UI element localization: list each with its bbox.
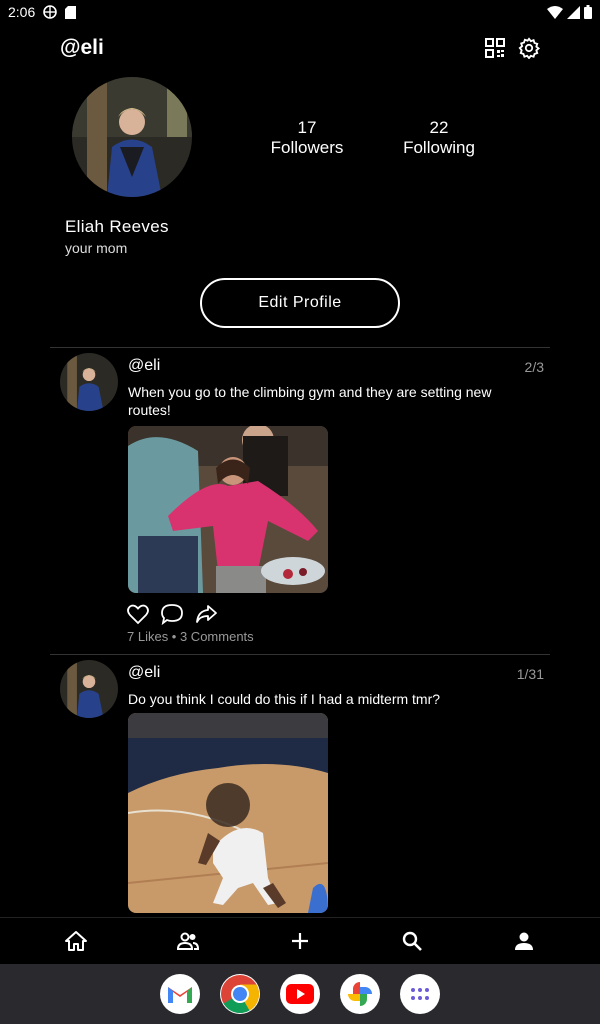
share-icon[interactable] (194, 602, 218, 626)
followers-label: Followers (270, 138, 344, 157)
post-date: 1/31 (516, 666, 544, 682)
gmail-icon[interactable] (160, 974, 200, 1014)
post-actions (126, 602, 218, 626)
following-count: 22 (429, 118, 449, 137)
post-gif[interactable] (128, 713, 328, 913)
home-icon[interactable] (64, 929, 88, 953)
followers-count: 17 (297, 118, 317, 137)
people-icon[interactable] (176, 929, 200, 953)
post-item[interactable]: @eli 2/3 When you go to the climbing gym… (50, 348, 550, 653)
photos-icon[interactable] (340, 974, 380, 1014)
chrome-icon[interactable] (220, 974, 260, 1014)
profile-icon[interactable] (512, 929, 536, 953)
comment-icon[interactable] (160, 602, 184, 626)
following-label: Following (403, 138, 475, 157)
bottom-navigation (0, 917, 600, 964)
followers-stat[interactable]: 17 Followers (247, 118, 367, 158)
vpn-icon (43, 5, 58, 19)
post-avatar[interactable] (60, 660, 118, 718)
post-date: 2/3 (524, 359, 544, 375)
android-dock (0, 964, 600, 1024)
search-icon[interactable] (400, 929, 424, 953)
status-bar: 2:06 (0, 0, 600, 24)
post-gif[interactable] (128, 426, 328, 593)
profile-name: Eliah Reeves (65, 217, 169, 236)
signal-icon (567, 5, 580, 19)
sd-card-icon (65, 5, 77, 19)
heart-icon[interactable] (126, 602, 150, 626)
qr-code-icon[interactable] (484, 37, 506, 59)
post-item[interactable]: @eli 1/31 Do you think I could do this i… (50, 655, 550, 917)
settings-gear-icon[interactable] (518, 37, 541, 60)
post-stats[interactable]: 7 Likes • 3 Comments (127, 629, 254, 644)
profile-bio: your mom (65, 240, 128, 256)
profile-avatar[interactable] (72, 77, 192, 197)
post-handle[interactable]: @eli (128, 664, 160, 682)
profile-handle: @eli (60, 36, 104, 59)
battery-icon (584, 5, 592, 19)
following-stat[interactable]: 22 Following (379, 118, 499, 158)
post-handle[interactable]: @eli (128, 357, 160, 375)
status-time: 2:06 (8, 4, 36, 20)
post-text: When you go to the climbing gym and they… (128, 384, 492, 418)
post-avatar[interactable] (60, 353, 118, 411)
add-icon[interactable] (288, 929, 312, 953)
wifi-icon (547, 5, 563, 19)
post-text: Do you think I could do this if I had a … (128, 691, 441, 707)
profile-header: @eli (60, 34, 541, 62)
youtube-icon[interactable] (280, 974, 320, 1014)
app-drawer-icon[interactable] (400, 974, 440, 1014)
edit-profile-button[interactable]: Edit Profile (200, 278, 400, 328)
